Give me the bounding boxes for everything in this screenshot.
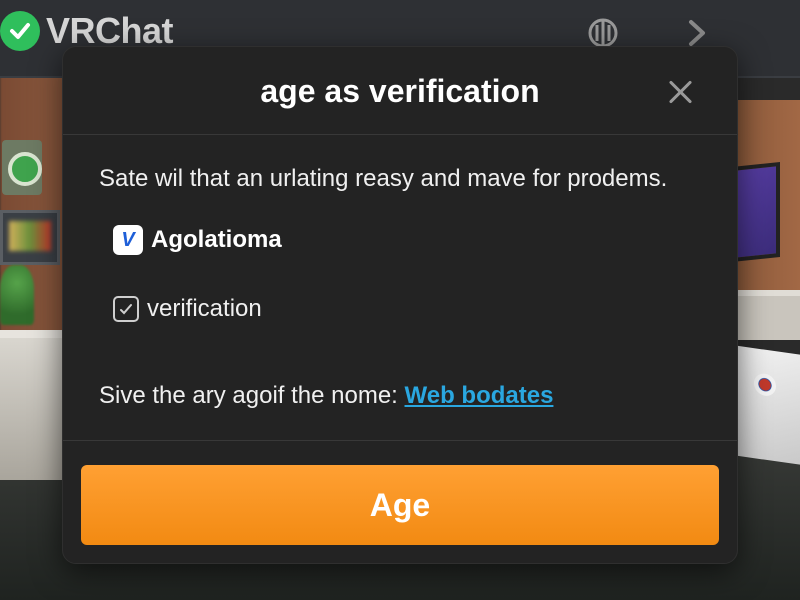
background-shelf xyxy=(0,210,60,265)
globe-icon[interactable] xyxy=(586,16,620,50)
web-updates-link[interactable]: Web bodates xyxy=(405,382,554,409)
dialog-title: age as verification xyxy=(260,73,540,109)
hint-row: Sive the ary agoif the nome: Web bodates xyxy=(99,382,553,410)
background-counter-right xyxy=(736,290,800,340)
hint-text: Sive the ary agoif the nome: xyxy=(99,382,398,409)
age-verification-dialog: age as verification Sate wil that an url… xyxy=(62,46,738,564)
option-app-label: Agolatioma xyxy=(151,226,282,253)
close-icon[interactable] xyxy=(663,75,697,109)
app-logo-icon: V xyxy=(113,225,143,255)
background-box xyxy=(734,345,800,465)
dialog-header: age as verification xyxy=(63,47,737,135)
option-verification-label: verification xyxy=(147,295,262,322)
option-app[interactable]: V Agolatioma xyxy=(113,225,282,255)
checkbox-icon[interactable] xyxy=(113,296,139,322)
chevron-right-icon[interactable] xyxy=(680,16,714,50)
app-logo-glyph: V xyxy=(121,228,135,251)
background-badge xyxy=(2,140,42,195)
background-counter-left xyxy=(0,330,62,480)
background-plant xyxy=(0,265,34,325)
age-button[interactable]: Age xyxy=(81,465,719,545)
divider xyxy=(63,440,737,441)
option-verification[interactable]: verification xyxy=(113,295,262,323)
check-circle-icon xyxy=(0,11,40,51)
dialog-description: Sate wil that an urlating reasy and mave… xyxy=(99,165,668,192)
